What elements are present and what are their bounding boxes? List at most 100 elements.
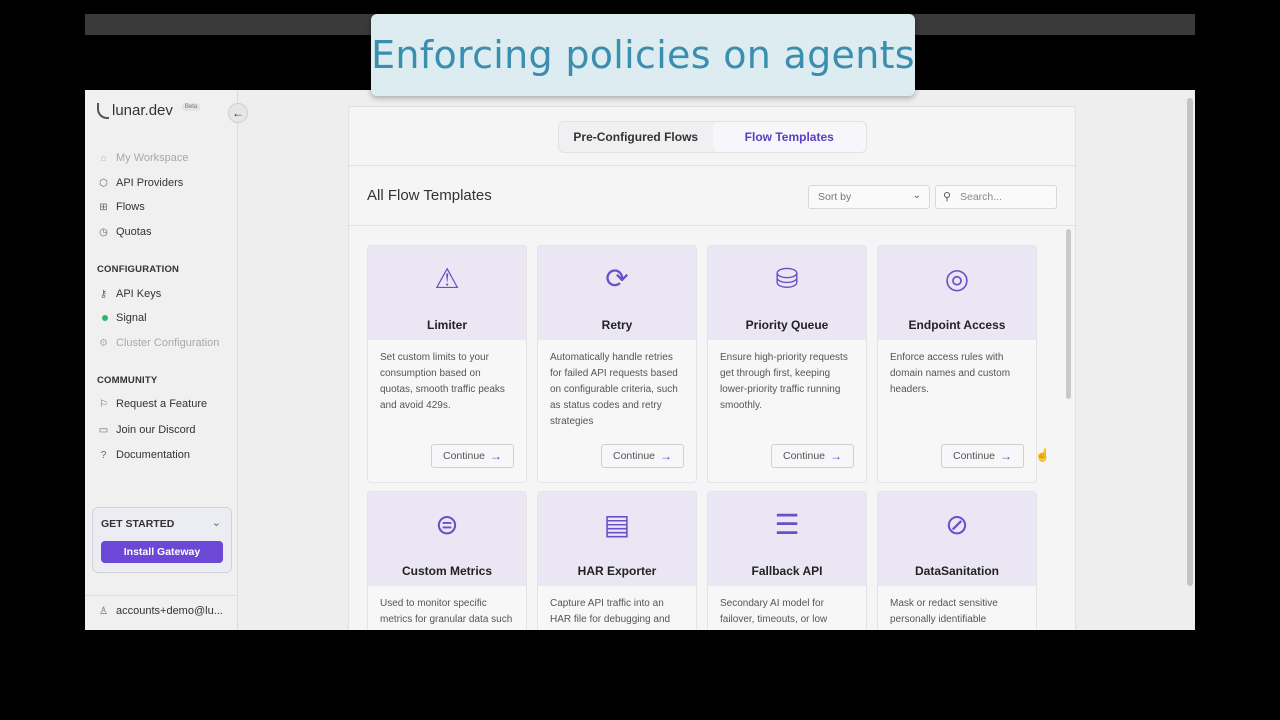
cube-icon: ⬡ [99, 177, 108, 189]
sidebar-item-cluster-configuration[interactable]: ⚙ Cluster Configuration [98, 337, 219, 349]
continue-button[interactable]: Continue → [771, 444, 854, 468]
database-icon: ⛁ [775, 263, 799, 294]
sidebar-item-request-feature[interactable]: ⚐ Request a Feature [98, 398, 207, 410]
divider [349, 225, 1075, 226]
cards-scrollbar[interactable] [1066, 229, 1071, 399]
arrow-left-icon: ← [232, 106, 244, 120]
sidebar-item-label: Quotas [116, 226, 152, 238]
flow-tabs: Pre-Configured Flows Flow Templates [558, 121, 867, 153]
collapse-sidebar-button[interactable]: ← [228, 103, 248, 123]
sidebar-item-label: Join our Discord [116, 424, 196, 436]
arrow-right-icon: → [830, 449, 843, 463]
caption-text: Enforcing policies on agents [371, 33, 915, 77]
sidebar-item-signal[interactable]: Signal [98, 312, 147, 324]
button-label: Continue [952, 450, 996, 462]
button-label: Continue [612, 450, 656, 462]
card-description: Set custom limits to your consumption ba… [380, 352, 505, 411]
hand-cursor-icon: ☝ [1035, 448, 1050, 462]
card-description: Mask or redact sensitive personally iden… [890, 598, 998, 625]
sidebar-item-quotas[interactable]: ◷ Quotas [98, 226, 151, 238]
sidebar-item-label: My Workspace [116, 152, 189, 164]
beta-badge: Beta [181, 102, 201, 111]
template-card-limiter[interactable]: ⚠ Limiter Set custom limits to your cons… [367, 245, 527, 483]
sidebar-item-label: Documentation [116, 449, 190, 461]
tab-pre-configured-flows[interactable]: Pre-Configured Flows [559, 122, 713, 152]
arrow-right-icon: → [660, 449, 673, 463]
template-card-retry[interactable]: ⟳ Retry Automatically handle retries for… [537, 245, 697, 483]
fallback-server-icon: ☰ [774, 509, 800, 540]
section-configuration: CONFIGURATION [97, 264, 180, 275]
retry-icon: ⟳ [605, 263, 629, 294]
sidebar-item-label: Cluster Configuration [116, 337, 220, 349]
sidebar-item-label: Request a Feature [116, 398, 208, 410]
sidebar: lunar.dev Beta ⌂ My Workspace ⬡ API Prov… [85, 90, 238, 630]
template-card-har-exporter[interactable]: ▤ HAR Exporter Capture API traffic into … [537, 491, 697, 630]
metrics-icon: ⊜ [435, 509, 459, 540]
get-started-title: GET STARTED [101, 518, 175, 530]
sidebar-item-flows[interactable]: ⊞ Flows [98, 201, 145, 213]
flag-icon: ⚐ [99, 398, 108, 410]
chat-icon: ▭ [98, 424, 109, 436]
sidebar-item-api-keys[interactable]: ⚷ API Keys [98, 288, 161, 300]
flows-icon: ⊞ [99, 201, 108, 213]
user-icon: ♙ [99, 605, 108, 617]
gear-icon: ⚙ [99, 337, 108, 349]
help-icon: ? [100, 449, 107, 461]
continue-button[interactable]: Continue → [601, 444, 684, 468]
sidebar-item-my-workspace[interactable]: ⌂ My Workspace [98, 152, 189, 164]
card-description: Automatically handle retries for failed … [550, 352, 678, 427]
sidebar-item-label: API Providers [116, 177, 184, 189]
continue-button[interactable]: Continue → [431, 444, 514, 468]
install-gateway-button[interactable]: Install Gateway [101, 541, 223, 563]
card-description: Secondary AI model for failover, timeout… [720, 598, 828, 625]
arrow-right-icon: → [490, 449, 503, 463]
card-description: Ensure high-priority requests get throug… [720, 352, 848, 411]
app-window: lunar.dev Beta ⌂ My Workspace ⬡ API Prov… [85, 90, 1195, 630]
sort-dropdown[interactable]: Sort by ⌄ [808, 185, 930, 209]
card-title: Endpoint Access [908, 318, 1006, 332]
fingerprint-icon: ◎ [944, 263, 970, 294]
card-title: Retry [601, 318, 633, 332]
page-title: All Flow Templates [367, 187, 492, 204]
get-started-panel: GET STARTED ⌄ Install Gateway [92, 507, 232, 573]
eye-slash-icon: ⊘ [945, 509, 969, 540]
arrow-right-icon: → [1000, 449, 1013, 463]
sidebar-item-label: API Keys [116, 288, 162, 300]
template-card-data-sanitation[interactable]: ⊘ DataSanitation Mask or redact sensitiv… [877, 491, 1037, 630]
chevron-down-icon[interactable]: ⌄ [212, 516, 221, 529]
brand[interactable]: lunar.dev Beta [97, 102, 201, 119]
sidebar-item-label: Flows [116, 201, 145, 213]
account-item[interactable]: ♙ accounts+demo@lu... [98, 605, 223, 617]
sidebar-item-label: Signal [116, 312, 147, 324]
template-card-custom-metrics[interactable]: ⊜ Custom Metrics Used to monitor specifi… [367, 491, 527, 630]
key-icon: ⚷ [99, 288, 108, 300]
clock-icon: ◷ [99, 226, 108, 238]
sidebar-item-api-providers[interactable]: ⬡ API Providers [98, 177, 183, 189]
template-card-fallback-api[interactable]: ☰ Fallback API Secondary AI model for fa… [707, 491, 867, 630]
sidebar-item-discord[interactable]: ▭ Join our Discord [98, 424, 196, 436]
card-title: Custom Metrics [401, 564, 493, 578]
account-footer: ♙ accounts+demo@lu... [85, 595, 237, 630]
template-card-priority-queue[interactable]: ⛁ Priority Queue Ensure high-priority re… [707, 245, 867, 483]
page-scrollbar[interactable] [1187, 98, 1193, 586]
sidebar-item-documentation[interactable]: ? Documentation [98, 449, 190, 461]
card-description: Enforce access rules with domain names a… [890, 352, 1011, 395]
card-title: Priority Queue [745, 318, 829, 332]
search-input[interactable]: ⚲ Search... [935, 185, 1057, 209]
divider [349, 165, 1075, 166]
card-title: DataSanitation [914, 564, 999, 578]
template-card-endpoint-access[interactable]: ◎ Endpoint Access Enforce access rules w… [877, 245, 1037, 483]
card-title: Limiter [426, 318, 467, 332]
home-icon: ⌂ [100, 152, 107, 164]
brand-name: lunar.dev [112, 102, 173, 119]
tab-flow-templates[interactable]: Flow Templates [712, 122, 866, 152]
sort-label: Sort by [818, 191, 852, 203]
card-description: Capture API traffic into an HAR file for… [550, 598, 671, 625]
section-community: COMMUNITY [97, 375, 158, 386]
card-title: Fallback API [751, 564, 823, 578]
card-description: Used to monitor specific metrics for gra… [380, 598, 513, 625]
video-caption: Enforcing policies on agents [371, 14, 915, 96]
continue-button[interactable]: Continue → [941, 444, 1024, 468]
limiter-icon: ⚠ [434, 263, 460, 294]
har-file-icon: ▤ [603, 509, 631, 540]
